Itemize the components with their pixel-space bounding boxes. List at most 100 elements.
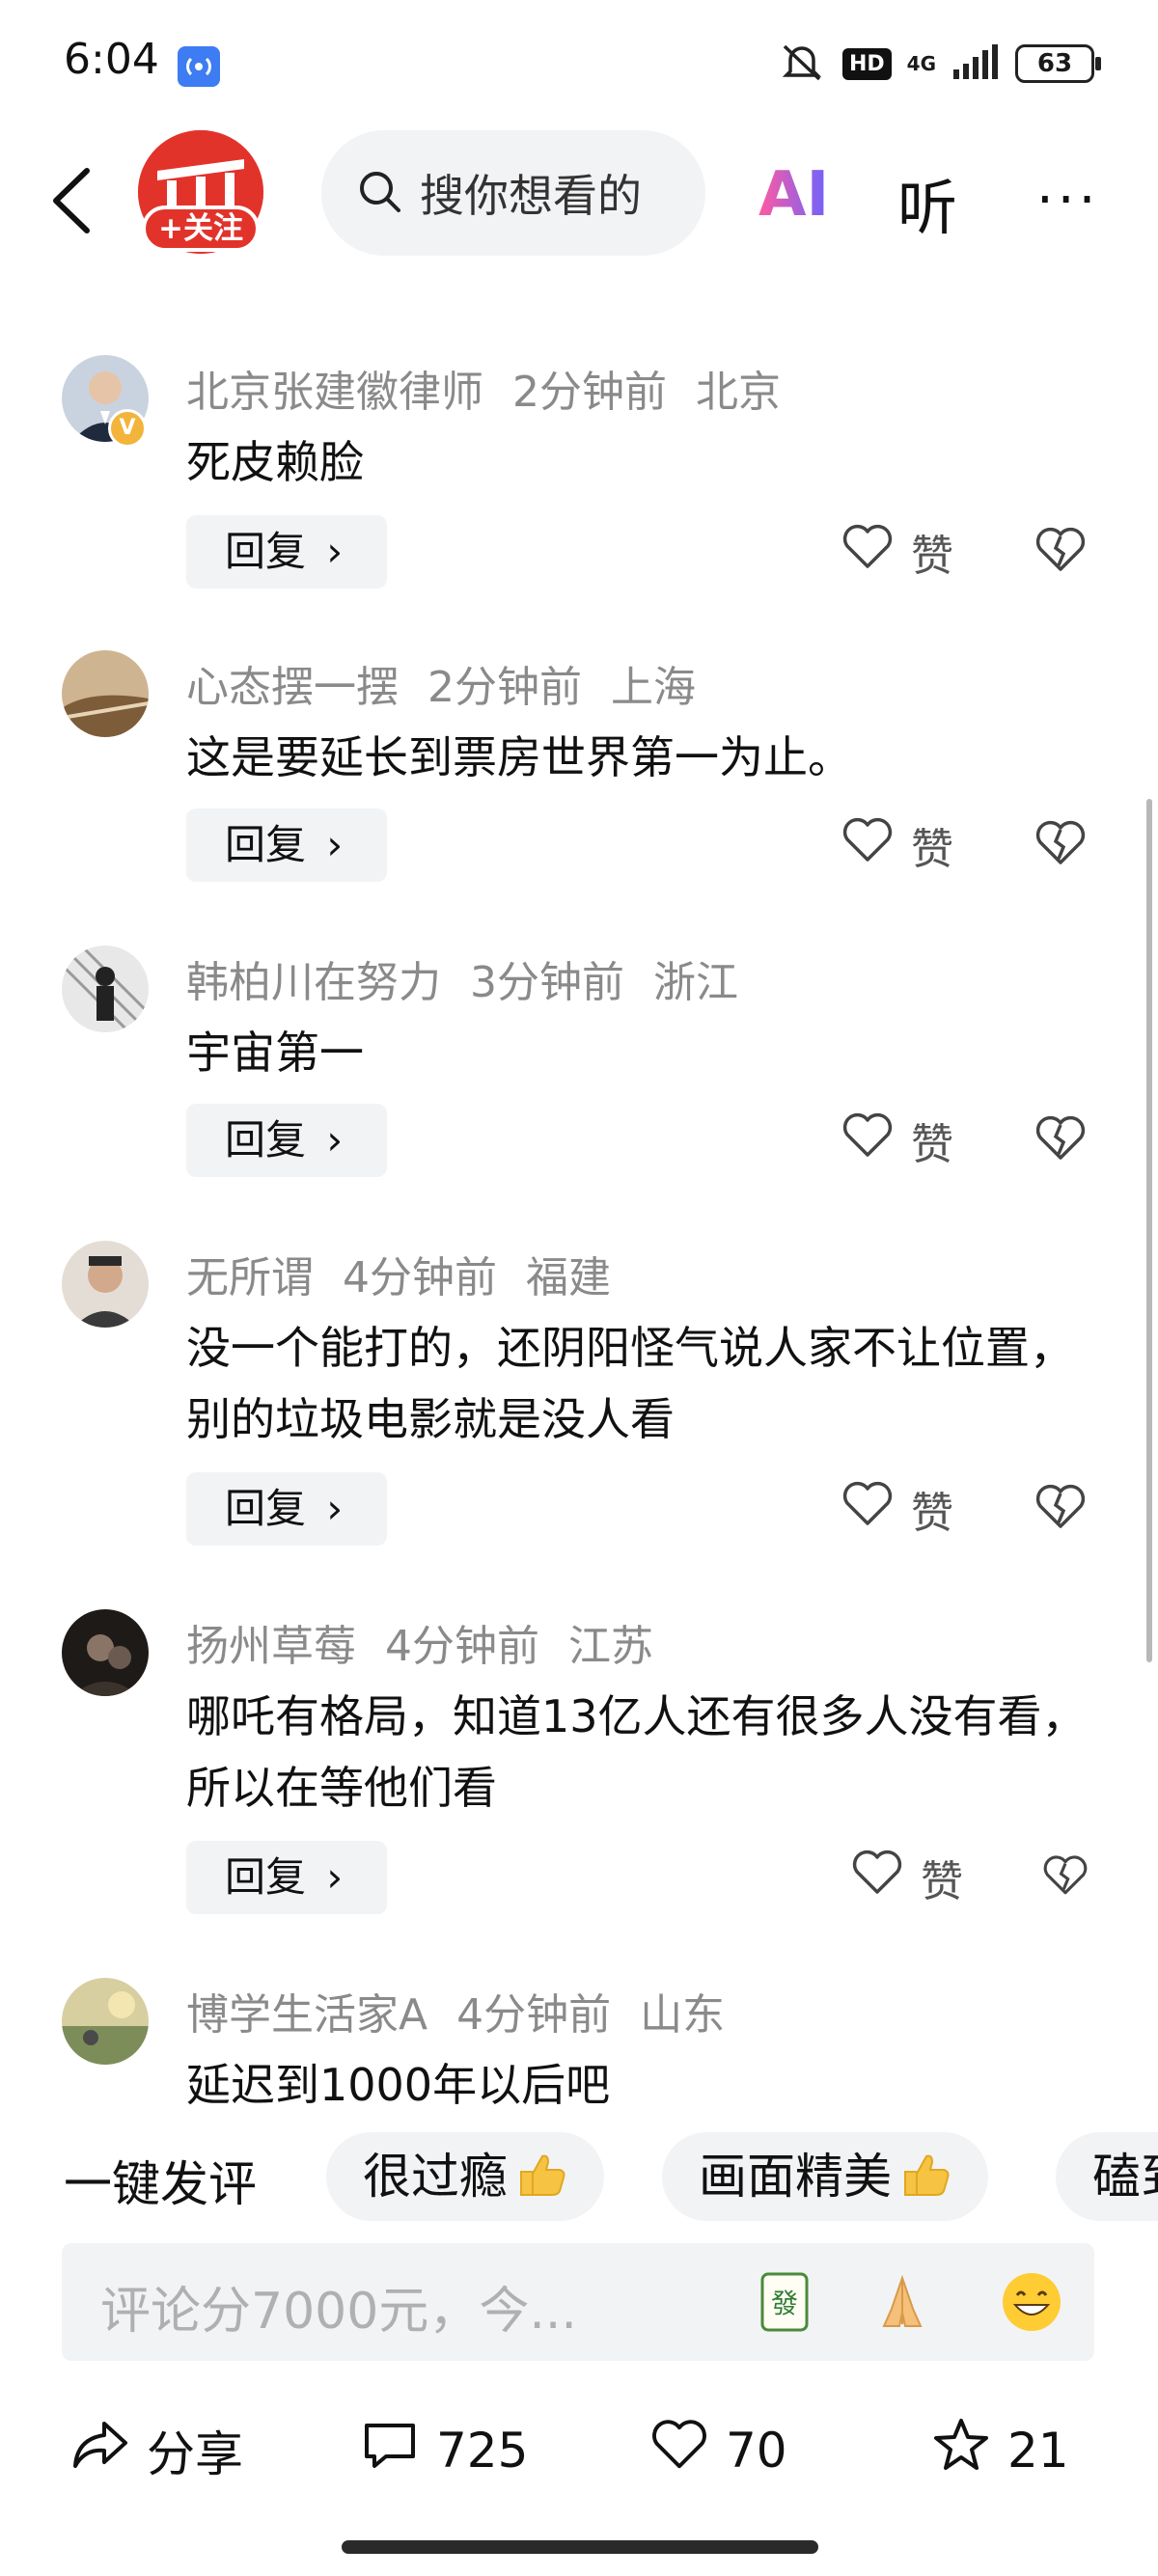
listen-button[interactable]: 听 — [897, 159, 957, 246]
like-button[interactable]: 赞 — [841, 808, 977, 882]
comment-location: 浙江 — [653, 958, 738, 1007]
like-button[interactable]: 赞 — [841, 515, 977, 589]
like-button[interactable]: 赞 — [841, 1472, 977, 1546]
chip-label: 磕到 — [1092, 2149, 1158, 2205]
dislike-button[interactable] — [1034, 808, 1092, 882]
top-header: +关注 搜你想看的 AI 听 ··· — [0, 130, 1158, 265]
comment-username[interactable]: 韩柏川在努力 — [186, 958, 441, 1007]
comment-username[interactable]: 无所谓 — [186, 1253, 314, 1302]
comment-time: 2分钟前 — [512, 368, 667, 417]
praying-hands-emoji-icon[interactable] — [870, 2270, 934, 2334]
ai-button[interactable]: AI — [758, 159, 829, 231]
like-button[interactable]: 赞 — [841, 1104, 977, 1177]
home-indicator[interactable] — [342, 2540, 818, 2554]
thumbs-up-emoji-icon — [897, 2138, 951, 2196]
user-avatar[interactable] — [62, 1241, 149, 1328]
reply-label: 回复 — [225, 1853, 307, 1901]
chevron-right-icon: › — [314, 821, 344, 868]
comment-text: 死皮赖脸 — [186, 436, 364, 488]
like-label: 赞 — [911, 1489, 953, 1538]
thumbs-up-emoji-icon — [513, 2138, 567, 2196]
search-placeholder: 搜你想看的 — [420, 170, 642, 222]
reply-label: 回复 — [225, 1116, 307, 1164]
like-label: 赞 — [911, 825, 953, 874]
reply-button[interactable]: 回复 › — [186, 808, 387, 882]
like-button[interactable]: 赞 — [851, 1841, 986, 1914]
reply-button[interactable]: 回复 › — [186, 1472, 387, 1546]
comment-time: 4分钟前 — [385, 1622, 539, 1671]
user-avatar[interactable] — [62, 650, 149, 737]
comment-input-placeholder: 评论分7000元，今... — [100, 2283, 577, 2341]
reply-button[interactable]: 回复 › — [186, 1104, 387, 1177]
bottom-action-bar: 分享 725 70 21 — [0, 2412, 1158, 2508]
user-avatar[interactable] — [62, 945, 149, 1032]
comment-location: 福建 — [526, 1253, 611, 1302]
reply-label: 回复 — [225, 821, 307, 868]
heart-icon — [841, 817, 894, 874]
user-avatar[interactable] — [62, 1609, 149, 1696]
comment-count-button[interactable]: 725 — [361, 2412, 528, 2489]
like-label: 赞 — [911, 1120, 953, 1169]
search-bar[interactable]: 搜你想看的 — [321, 130, 705, 256]
comment-meta: 北京张建徽律师 2分钟前 北京 — [186, 357, 810, 419]
quick-reply-chip[interactable]: 画面精美 — [662, 2132, 988, 2221]
comment-username[interactable]: 博学生活家A — [186, 1990, 427, 2040]
comment-text: 没一个能打的，还阴阳怪气说人家不让位置，别的垃圾电影就是没人看 — [186, 1322, 1074, 1445]
comment-location: 上海 — [611, 663, 696, 712]
share-icon — [71, 2418, 129, 2483]
broken-heart-icon — [1042, 1854, 1089, 1901]
dislike-button[interactable] — [1034, 515, 1092, 589]
quick-reply-chip[interactable]: 磕到 — [1056, 2132, 1158, 2221]
comment-meta: 无所谓 4分钟前 福建 — [186, 1243, 640, 1304]
comment-text: 延迟到1000年以后吧 — [186, 2059, 611, 2111]
quick-reply-title: 一键发评 — [64, 2156, 257, 2212]
like-count-button[interactable]: 70 — [650, 2412, 787, 2489]
user-avatar[interactable] — [62, 1978, 149, 2065]
comment-username[interactable]: 扬州草莓 — [186, 1622, 356, 1671]
reply-label: 回复 — [225, 528, 307, 575]
heart-icon — [841, 524, 894, 581]
grinning-emoji-icon[interactable] — [1000, 2270, 1063, 2334]
comment-count: 725 — [436, 2423, 529, 2479]
comment-meta: 韩柏川在努力 3分钟前 浙江 — [186, 947, 767, 1009]
more-button[interactable]: ··· — [1036, 169, 1099, 232]
network-type: 4G — [906, 52, 936, 75]
back-button[interactable] — [48, 167, 96, 238]
scrollbar[interactable] — [1146, 799, 1152, 1662]
chevron-right-icon: › — [314, 1485, 344, 1532]
status-time: 6:04 — [64, 35, 159, 84]
mahjong-emoji-icon[interactable]: 發 — [753, 2270, 816, 2334]
share-label: 分享 — [147, 2426, 243, 2482]
dislike-button[interactable] — [1034, 1472, 1092, 1546]
broken-heart-icon — [1034, 1115, 1087, 1165]
comment-input[interactable]: 评论分7000元，今... 發 — [62, 2243, 1094, 2361]
comment-location: 江苏 — [568, 1622, 653, 1671]
dislike-button[interactable] — [1034, 1104, 1092, 1177]
comment-meta: 心态摆一摆 2分钟前 上海 — [186, 652, 725, 714]
chevron-right-icon: › — [314, 1116, 344, 1164]
comment-username[interactable]: 北京张建徽律师 — [186, 368, 483, 417]
broken-heart-icon — [1034, 527, 1087, 577]
reply-button[interactable]: 回复 › — [186, 515, 387, 589]
like-label: 赞 — [921, 1857, 963, 1906]
comment-time: 4分钟前 — [456, 1990, 612, 2040]
comment-location: 山东 — [640, 1990, 726, 2040]
broken-heart-icon — [1034, 820, 1087, 870]
heart-icon — [841, 1112, 894, 1169]
chevron-right-icon: › — [314, 528, 344, 575]
like-count: 70 — [726, 2423, 787, 2479]
comment-bubble-icon — [361, 2418, 419, 2483]
follow-button[interactable]: +关注 — [142, 206, 260, 252]
comment-username[interactable]: 心态摆一摆 — [186, 663, 399, 712]
comment-text: 宇宙第一 — [186, 1027, 364, 1079]
reply-button[interactable]: 回复 › — [186, 1841, 387, 1914]
dislike-button[interactable] — [1042, 1841, 1100, 1914]
comment-location: 北京 — [696, 368, 781, 417]
favorite-count: 21 — [1007, 2423, 1069, 2479]
quick-reply-chip[interactable]: 很过瘾 — [326, 2132, 604, 2221]
share-button[interactable]: 分享 — [71, 2412, 243, 2489]
quick-reply-bar: 一键发评 很过瘾 画面精美 磕到 — [0, 2132, 1158, 2225]
nfc-icon — [178, 46, 220, 87]
star-icon — [932, 2417, 990, 2484]
favorite-button[interactable]: 21 — [932, 2412, 1069, 2489]
